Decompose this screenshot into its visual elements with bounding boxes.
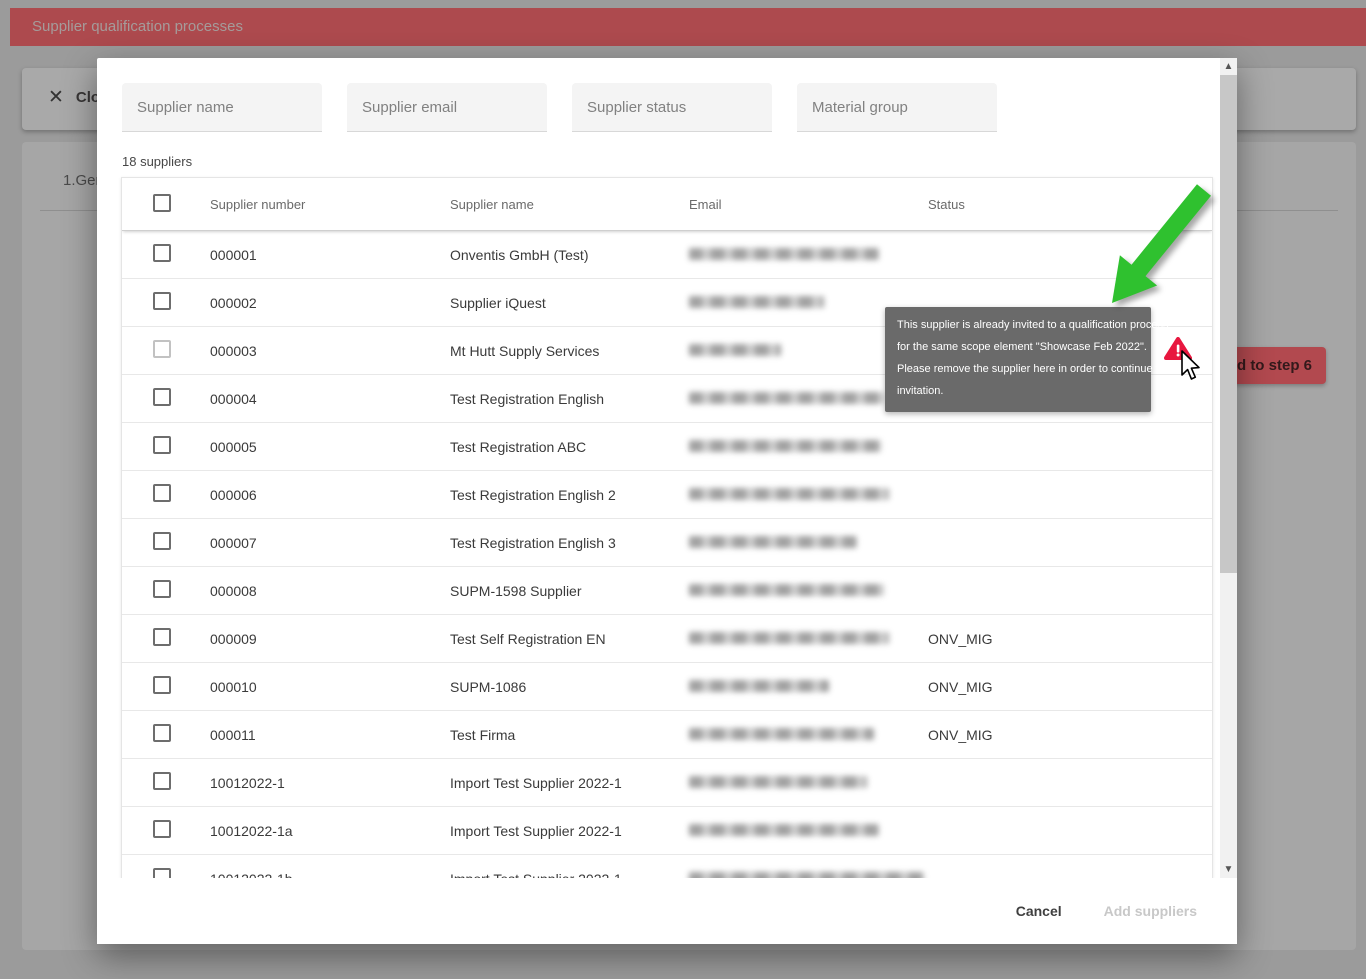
supplier-name-cell: SUPM-1598 Supplier: [450, 583, 689, 599]
column-header-supplier-number: Supplier number: [210, 197, 450, 212]
row-checkbox[interactable]: [153, 484, 171, 502]
vertical-scrollbar[interactable]: ▲ ▼: [1220, 58, 1237, 878]
table-row[interactable]: 000005Test Registration ABC: [122, 423, 1212, 471]
supplier-email-filter-input[interactable]: [347, 83, 547, 132]
supplier-number-cell: 000010: [210, 679, 450, 695]
supplier-name-cell: Test Firma: [450, 727, 689, 743]
column-header-supplier-name: Supplier name: [450, 197, 689, 212]
table-row[interactable]: 10012022-1Import Test Supplier 2022-1: [122, 759, 1212, 807]
scroll-up-icon[interactable]: ▲: [1220, 58, 1237, 75]
add-suppliers-dialog: 18 suppliers Supplier number Supplier na…: [97, 58, 1237, 944]
row-checkbox[interactable]: [153, 292, 171, 310]
close-button[interactable]: ✕ Clo: [48, 86, 100, 109]
table-row[interactable]: 000009Test Self Registration EN ONV_MIG: [122, 615, 1212, 663]
supplier-number-cell: 000006: [210, 487, 450, 503]
select-all-checkbox[interactable]: [153, 194, 171, 212]
table-header-row: Supplier number Supplier name Email Stat…: [122, 178, 1212, 231]
supplier-number-cell: 000011: [210, 727, 450, 743]
row-checkbox[interactable]: [153, 340, 171, 358]
material-group-filter-input[interactable]: [797, 83, 997, 132]
page-title: Supplier qualification processes: [32, 18, 243, 35]
supplier-email-cell-redacted: [689, 535, 928, 551]
supplier-email-cell-redacted: [689, 487, 928, 503]
supplier-number-cell: 000004: [210, 391, 450, 407]
supplier-number-cell: 000008: [210, 583, 450, 599]
supplier-name-cell: Mt Hutt Supply Services: [450, 343, 689, 359]
supplier-number-cell: 000002: [210, 295, 450, 311]
table-row[interactable]: 000008SUPM-1598 Supplier: [122, 567, 1212, 615]
supplier-email-cell-redacted: [689, 871, 928, 879]
supplier-name-cell: Test Registration English 3: [450, 535, 689, 551]
supplier-email-cell-redacted: [689, 727, 928, 743]
table-row[interactable]: 000010SUPM-1086 ONV_MIG: [122, 663, 1212, 711]
row-checkbox[interactable]: [153, 580, 171, 598]
row-checkbox[interactable]: [153, 772, 171, 790]
table-row[interactable]: 10012022-1bImport Test Supplier 2022-1: [122, 855, 1212, 878]
supplier-email-cell-redacted: [689, 631, 928, 647]
add-suppliers-button[interactable]: Add suppliers: [1104, 903, 1197, 919]
supplier-number-cell: 000001: [210, 247, 450, 263]
supplier-name-cell: Supplier iQuest: [450, 295, 689, 311]
dialog-footer: Cancel Add suppliers: [97, 878, 1237, 944]
scroll-down-icon[interactable]: ▼: [1220, 861, 1237, 878]
supplier-status-filter-input[interactable]: [572, 83, 772, 132]
supplier-number-cell: 10012022-1b: [210, 871, 450, 879]
scrollbar-thumb[interactable]: [1220, 75, 1237, 573]
supplier-email-cell-redacted: [689, 247, 928, 263]
supplier-number-cell: 000007: [210, 535, 450, 551]
supplier-number-cell: 000003: [210, 343, 450, 359]
supplier-number-cell: 000009: [210, 631, 450, 647]
row-checkbox[interactable]: [153, 244, 171, 262]
supplier-name-cell: SUPM-1086: [450, 679, 689, 695]
supplier-number-cell: 000005: [210, 439, 450, 455]
supplier-name-cell: Test Registration English 2: [450, 487, 689, 503]
row-checkbox[interactable]: [153, 820, 171, 838]
row-checkbox[interactable]: [153, 388, 171, 406]
supplier-email-cell-redacted: [689, 775, 928, 791]
table-row[interactable]: 000001Onventis GmbH (Test): [122, 231, 1212, 279]
table-row[interactable]: 10012022-1aImport Test Supplier 2022-1: [122, 807, 1212, 855]
column-header-status: Status: [928, 197, 1212, 212]
supplier-name-cell: Test Self Registration EN: [450, 631, 689, 647]
cancel-button[interactable]: Cancel: [1016, 903, 1062, 919]
table-row[interactable]: 000007Test Registration English 3: [122, 519, 1212, 567]
row-checkbox[interactable]: [153, 628, 171, 646]
table-row[interactable]: 000006Test Registration English 2: [122, 471, 1212, 519]
filter-bar: [122, 83, 997, 132]
supplier-status-cell: ONV_MIG: [928, 631, 1212, 647]
close-icon: ✕: [48, 86, 64, 109]
supplier-name-cell: Onventis GmbH (Test): [450, 247, 689, 263]
row-checkbox[interactable]: [153, 532, 171, 550]
supplier-name-filter-input[interactable]: [122, 83, 322, 132]
supplier-status-cell: ONV_MIG: [928, 727, 1212, 743]
row-checkbox[interactable]: [153, 676, 171, 694]
row-checkbox[interactable]: [153, 436, 171, 454]
supplier-number-cell: 10012022-1: [210, 775, 450, 791]
supplier-email-cell-redacted: [689, 823, 928, 839]
supplier-email-cell-redacted: [689, 583, 928, 599]
supplier-name-cell: Test Registration English: [450, 391, 689, 407]
supplier-number-cell: 10012022-1a: [210, 823, 450, 839]
supplier-name-cell: Import Test Supplier 2022-1: [450, 823, 689, 839]
invitation-warning-tooltip: This supplier is already invited to a qu…: [885, 307, 1151, 412]
supplier-email-cell-redacted: [689, 439, 928, 455]
row-checkbox[interactable]: [153, 868, 171, 878]
suppliers-table: Supplier number Supplier name Email Stat…: [121, 177, 1213, 878]
supplier-email-cell-redacted: [689, 679, 928, 695]
table-row[interactable]: 000011Test Firma ONV_MIG: [122, 711, 1212, 759]
supplier-status-cell: ONV_MIG: [928, 679, 1212, 695]
supplier-name-cell: Import Test Supplier 2022-1: [450, 871, 689, 879]
supplier-name-cell: Import Test Supplier 2022-1: [450, 775, 689, 791]
warning-icon[interactable]: [1164, 337, 1192, 361]
app-header-bar: Supplier qualification processes: [10, 8, 1366, 46]
column-header-email: Email: [689, 197, 928, 212]
supplier-count-label: 18 suppliers: [122, 154, 192, 169]
row-checkbox[interactable]: [153, 724, 171, 742]
supplier-name-cell: Test Registration ABC: [450, 439, 689, 455]
